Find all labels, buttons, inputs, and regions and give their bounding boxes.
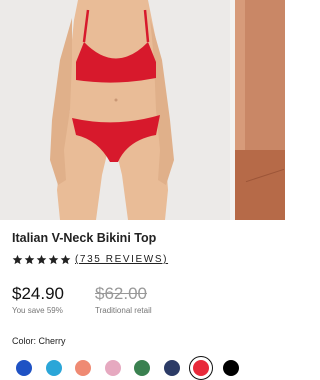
product-image-gallery[interactable] bbox=[0, 0, 285, 220]
product-rating: (735 REVIEWS) bbox=[12, 254, 168, 265]
model-illustration bbox=[50, 0, 174, 220]
savings-text: You save 59% bbox=[12, 306, 63, 315]
compare-price-label: Traditional retail bbox=[95, 306, 152, 315]
photo-floor bbox=[235, 150, 285, 220]
swatch-coral[interactable] bbox=[75, 360, 91, 376]
compare-price: $62.00 bbox=[95, 284, 147, 303]
star-icon bbox=[36, 254, 47, 265]
selected-color-label: Color: Cherry bbox=[12, 336, 66, 346]
star-icon bbox=[60, 254, 71, 265]
reviews-link[interactable]: (735 REVIEWS) bbox=[75, 254, 168, 265]
star-icon bbox=[24, 254, 35, 265]
rating-stars bbox=[12, 254, 71, 265]
swatch-blue[interactable] bbox=[16, 360, 32, 376]
swatch-navy[interactable] bbox=[163, 360, 180, 376]
swatch-pink[interactable] bbox=[104, 360, 121, 376]
swatch-green[interactable] bbox=[134, 360, 150, 376]
swatch-black[interactable] bbox=[222, 360, 239, 376]
product-photo-next[interactable] bbox=[235, 0, 285, 220]
swatch-cherry[interactable] bbox=[189, 356, 213, 380]
color-swatches bbox=[0, 356, 285, 380]
star-icon bbox=[48, 254, 59, 265]
product-photo-main[interactable] bbox=[0, 0, 230, 220]
star-icon bbox=[12, 254, 23, 265]
product-title: Italian V-Neck Bikini Top bbox=[12, 231, 157, 245]
swatch-turquoise[interactable] bbox=[45, 360, 62, 376]
sale-price: $24.90 bbox=[12, 284, 64, 303]
